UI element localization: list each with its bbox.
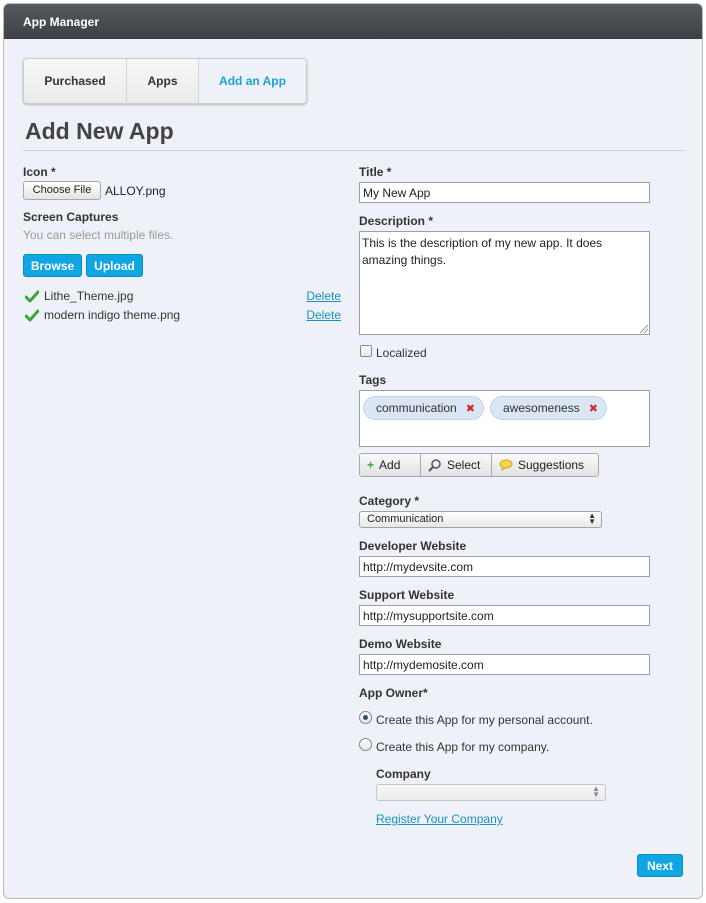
tab-add-an-app[interactable]: Add an App bbox=[199, 59, 306, 103]
tab-apps[interactable]: Apps bbox=[127, 59, 199, 103]
magnifier-icon bbox=[428, 459, 441, 472]
file-name: modern indigo theme.png bbox=[44, 308, 181, 322]
suggestions-label: Suggestions bbox=[518, 458, 585, 472]
select-label: Select bbox=[447, 458, 481, 472]
company-option-label: Create this App for my company. bbox=[376, 740, 550, 754]
support-website-input[interactable]: http://mysupportsite.com bbox=[359, 605, 650, 626]
tag-label: communication bbox=[376, 401, 457, 415]
remove-tag-icon[interactable]: ✖ bbox=[589, 402, 598, 415]
next-button[interactable]: Next bbox=[637, 854, 683, 877]
icon-label: Icon * bbox=[23, 165, 56, 179]
choose-file-button[interactable]: Choose File bbox=[23, 181, 101, 200]
tab-bar: Purchased Apps Add an App bbox=[23, 58, 307, 104]
personal-account-radio[interactable] bbox=[359, 711, 372, 724]
personal-account-label: Create this App for my personal account. bbox=[376, 713, 593, 727]
demo-website-input[interactable]: http://mydemosite.com bbox=[359, 654, 650, 675]
resize-grip-icon[interactable] bbox=[640, 325, 648, 333]
description-label: Description * bbox=[359, 214, 434, 228]
support-website-label: Support Website bbox=[359, 588, 455, 602]
title-input[interactable]: My New App bbox=[359, 182, 650, 203]
demo-website-label: Demo Website bbox=[359, 637, 442, 651]
app-owner-label: App Owner* bbox=[359, 686, 428, 700]
add-label: Add bbox=[379, 458, 401, 472]
page-title: Add New App bbox=[25, 118, 174, 144]
delete-link[interactable]: Delete bbox=[306, 308, 341, 322]
localized-checkbox[interactable] bbox=[360, 345, 372, 357]
category-value: Communication bbox=[367, 513, 444, 525]
upload-button[interactable]: Upload bbox=[86, 254, 143, 277]
app-window: App Manager Purchased Apps Add an App Ad… bbox=[3, 3, 703, 899]
tag-actions: + Add Select Suggestions bbox=[359, 453, 599, 477]
description-text: This is the description of my new app. I… bbox=[362, 236, 603, 267]
register-company-link[interactable]: Register Your Company bbox=[376, 812, 503, 826]
tag-communication: communication ✖ bbox=[363, 396, 484, 420]
delete-link[interactable]: Delete bbox=[306, 289, 341, 303]
developer-website-input[interactable]: http://mydevsite.com bbox=[359, 556, 650, 577]
company-label: Company bbox=[376, 767, 431, 781]
tag-label: awesomeness bbox=[503, 401, 580, 415]
localized-label: Localized bbox=[376, 346, 427, 360]
browse-button[interactable]: Browse bbox=[23, 254, 82, 277]
select-arrows-icon: ▲ ▼ bbox=[588, 511, 596, 526]
screen-captures-hint: You can select multiple files. bbox=[23, 228, 174, 242]
company-radio[interactable] bbox=[359, 738, 372, 751]
tags-label: Tags bbox=[359, 373, 387, 387]
list-item: modern indigo theme.png Delete bbox=[25, 308, 341, 324]
tag-awesomeness: awesomeness ✖ bbox=[490, 396, 607, 420]
tab-purchased[interactable]: Purchased bbox=[24, 59, 127, 103]
add-tag-button[interactable]: + Add bbox=[360, 454, 421, 476]
app-title: App Manager bbox=[4, 4, 702, 39]
file-name: Lithe_Theme.jpg bbox=[44, 289, 134, 303]
screen-captures-label: Screen Captures bbox=[23, 210, 119, 224]
remove-tag-icon[interactable]: ✖ bbox=[466, 402, 475, 415]
speech-bubble-icon bbox=[499, 459, 513, 471]
category-label: Category * bbox=[359, 494, 420, 508]
select-arrows-icon: ▲ ▼ bbox=[592, 784, 600, 799]
title-divider bbox=[23, 150, 685, 151]
icon-file-name: ALLOY.png bbox=[105, 184, 166, 198]
category-select[interactable]: Communication ▲ ▼ bbox=[359, 511, 602, 528]
select-tag-button[interactable]: Select bbox=[421, 454, 492, 476]
list-item: Lithe_Theme.jpg Delete bbox=[25, 289, 341, 305]
title-label: Title * bbox=[359, 165, 392, 179]
developer-website-label: Developer Website bbox=[359, 539, 467, 553]
company-select[interactable]: ▲ ▼ bbox=[376, 784, 606, 801]
suggestions-button[interactable]: Suggestions bbox=[492, 454, 598, 476]
plus-icon: + bbox=[367, 458, 375, 472]
tags-box[interactable]: communication ✖ awesomeness ✖ bbox=[359, 390, 650, 447]
description-textarea[interactable]: This is the description of my new app. I… bbox=[359, 231, 650, 335]
checkmark-icon bbox=[25, 309, 39, 322]
checkmark-icon bbox=[25, 290, 39, 303]
